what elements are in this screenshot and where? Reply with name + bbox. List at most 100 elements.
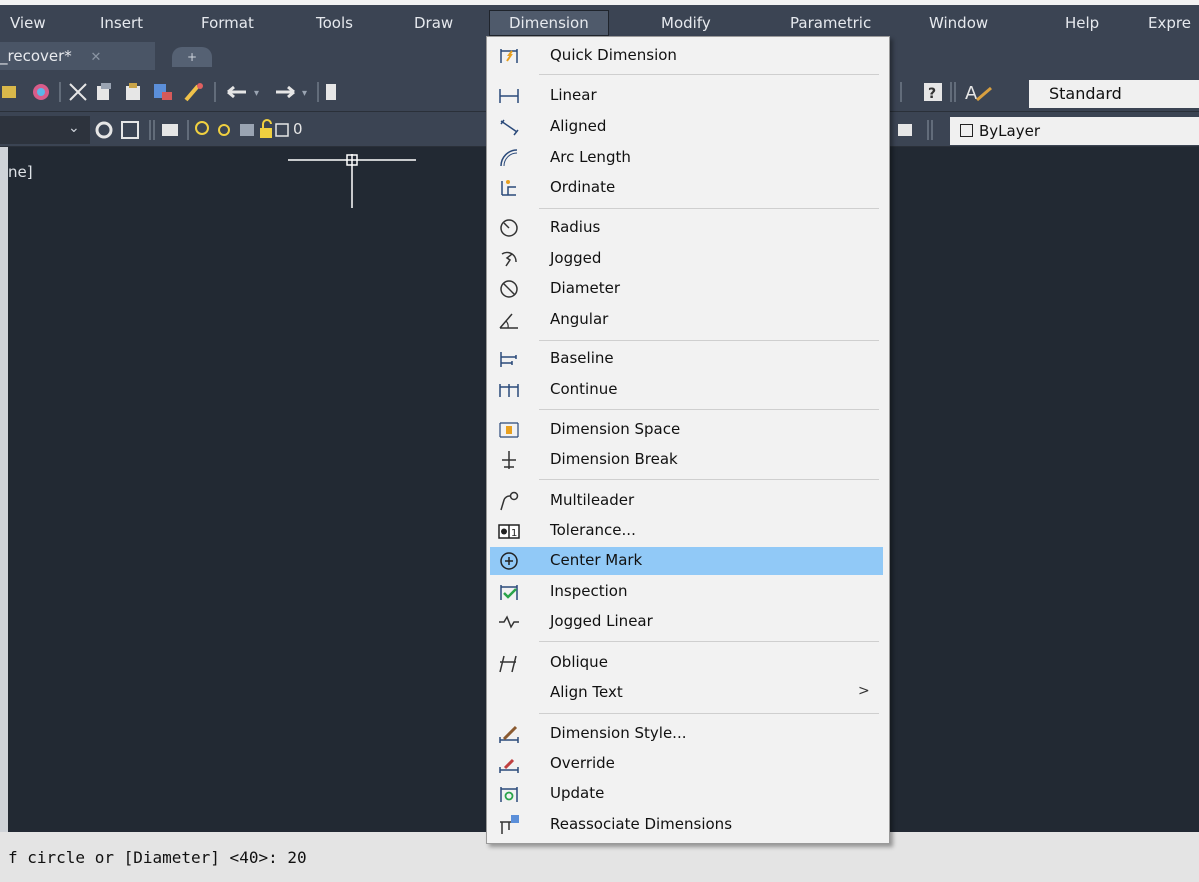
menu-item-dimension-space[interactable]: Dimension Space	[490, 416, 883, 444]
menu-item-label: Reassociate Dimensions	[550, 815, 733, 833]
color-select-value: ByLayer	[979, 122, 1040, 140]
menu-item-label: Linear	[550, 86, 597, 104]
match-icon	[154, 84, 172, 100]
layer-combo-left[interactable]: ⌄	[0, 116, 90, 144]
lock-icon	[260, 119, 272, 138]
menu-item-diameter[interactable]: Diameter	[490, 275, 883, 303]
bulb-icon	[195, 121, 209, 135]
svg-text:A: A	[965, 83, 978, 104]
menu-item-dimension-style[interactable]: Dimension Style...	[490, 720, 883, 748]
menu-item-dimension-break[interactable]: Dimension Break	[490, 446, 883, 474]
menu-item-reassociate-dimensions[interactable]: Reassociate Dimensions	[490, 811, 883, 839]
menu-item-oblique[interactable]: Oblique	[490, 649, 883, 677]
menu-item-align-text[interactable]: Align Text >	[490, 679, 883, 707]
menu-item-aligned[interactable]: Aligned	[490, 113, 883, 141]
menu-item-label: Jogged	[550, 249, 602, 267]
menu-separator	[539, 409, 879, 410]
undo-icon	[227, 85, 246, 99]
standard-toolbar: ▾ ▾	[0, 72, 488, 112]
command-prompt-text: f circle or [Diameter] <40>: 20	[8, 848, 307, 867]
menu-item-label: Radius	[550, 218, 601, 236]
menu-item-override[interactable]: Override	[490, 750, 883, 778]
menu-parametric[interactable]: Parametric	[790, 10, 871, 36]
menu-separator	[539, 208, 879, 209]
quick-dimension-icon	[500, 49, 518, 63]
menu-item-update[interactable]: Update	[490, 780, 883, 808]
jogged-linear-icon	[499, 615, 519, 629]
menu-item-inspection[interactable]: Inspection	[490, 578, 883, 606]
brush-icon	[184, 83, 203, 102]
document-tab[interactable]: _recover* ✕	[0, 42, 155, 70]
menu-item-label: Align Text	[550, 683, 623, 701]
color-select[interactable]: ByLayer	[950, 117, 1199, 145]
layer-states-icon	[121, 121, 139, 139]
style-toolbar-icons: ? A	[900, 82, 992, 104]
new-tab-button[interactable]: +	[172, 47, 212, 67]
menu-item-label: Dimension Break	[550, 450, 678, 468]
workspace-icon	[2, 86, 16, 98]
menu-separator	[539, 713, 879, 714]
plot-icon	[33, 84, 49, 100]
svg-text:▾: ▾	[254, 88, 259, 99]
copy-icon	[97, 83, 111, 100]
menu-item-label: Oblique	[550, 653, 608, 671]
menu-item-label: Multileader	[550, 491, 635, 509]
cut-icon	[69, 83, 87, 101]
arc-length-icon	[500, 149, 518, 167]
svg-text:1: 1	[511, 528, 517, 539]
menu-insert[interactable]: Insert	[100, 10, 143, 36]
file-tab-bar-right	[889, 38, 1199, 72]
layer-properties-icon	[95, 121, 113, 139]
menu-item-radius[interactable]: Radius	[490, 214, 883, 242]
aligned-dimension-icon	[500, 119, 519, 136]
viewport-controls-label[interactable]: ne]	[8, 163, 33, 181]
menu-item-label: Angular	[550, 310, 609, 328]
menu-item-baseline[interactable]: Baseline	[490, 345, 883, 373]
menu-item-label: Quick Dimension	[550, 46, 677, 64]
menu-item-continue[interactable]: Continue	[490, 376, 883, 404]
center-mark-icon	[500, 552, 518, 570]
menu-item-tolerance[interactable]: 1 Tolerance...	[490, 517, 883, 545]
sun-icon	[218, 124, 230, 136]
menu-window[interactable]: Window	[929, 10, 988, 36]
menu-item-jogged-linear[interactable]: Jogged Linear	[490, 608, 883, 636]
menu-item-label: Center Mark	[550, 551, 643, 569]
menu-item-center-mark[interactable]: Center Mark	[490, 547, 883, 575]
menu-item-label: Dimension Space	[550, 420, 681, 438]
text-style-icon: A	[965, 83, 992, 104]
menu-item-quick-dimension[interactable]: Quick Dimension	[490, 42, 883, 70]
menu-item-multileader[interactable]: Multileader	[490, 487, 883, 515]
menu-express[interactable]: Expre	[1148, 10, 1191, 36]
menu-tools[interactable]: Tools	[316, 10, 353, 36]
layer-previous-icon	[162, 124, 178, 136]
menu-format[interactable]: Format	[201, 10, 254, 36]
layer-name[interactable]: 0	[293, 120, 303, 138]
menu-modify[interactable]: Modify	[661, 10, 711, 36]
menu-dimension[interactable]: Dimension	[489, 10, 609, 36]
jogged-icon	[501, 251, 517, 267]
redo-icon	[276, 85, 295, 99]
menu-item-linear[interactable]: Linear	[490, 82, 883, 110]
menu-item-label: Dimension Style...	[550, 724, 687, 742]
linear-dimension-icon	[499, 89, 519, 103]
diameter-icon	[500, 280, 518, 298]
menu-help[interactable]: Help	[1065, 10, 1099, 36]
text-style-select[interactable]: Standard	[1029, 80, 1199, 108]
close-icon[interactable]: ✕	[91, 50, 102, 65]
menu-view[interactable]: View	[10, 10, 46, 36]
layer-color-swatch	[275, 123, 289, 137]
menu-separator	[539, 479, 879, 480]
properties-icons	[898, 120, 933, 140]
svg-text:▾: ▾	[302, 88, 307, 99]
menu-separator	[539, 340, 879, 341]
menu-draw[interactable]: Draw	[414, 10, 453, 36]
help-icon: ?	[924, 83, 942, 102]
menu-item-jogged[interactable]: Jogged	[490, 245, 883, 273]
menu-item-arc-length[interactable]: Arc Length	[490, 144, 883, 172]
dimension-dropdown-menu: Quick Dimension Linear Aligned Arc Lengt…	[486, 36, 890, 844]
baseline-icon	[500, 352, 517, 367]
ordinate-icon	[501, 180, 516, 196]
menu-separator	[539, 74, 879, 75]
menu-item-angular[interactable]: Angular	[490, 306, 883, 334]
menu-item-ordinate[interactable]: Ordinate	[490, 174, 883, 202]
